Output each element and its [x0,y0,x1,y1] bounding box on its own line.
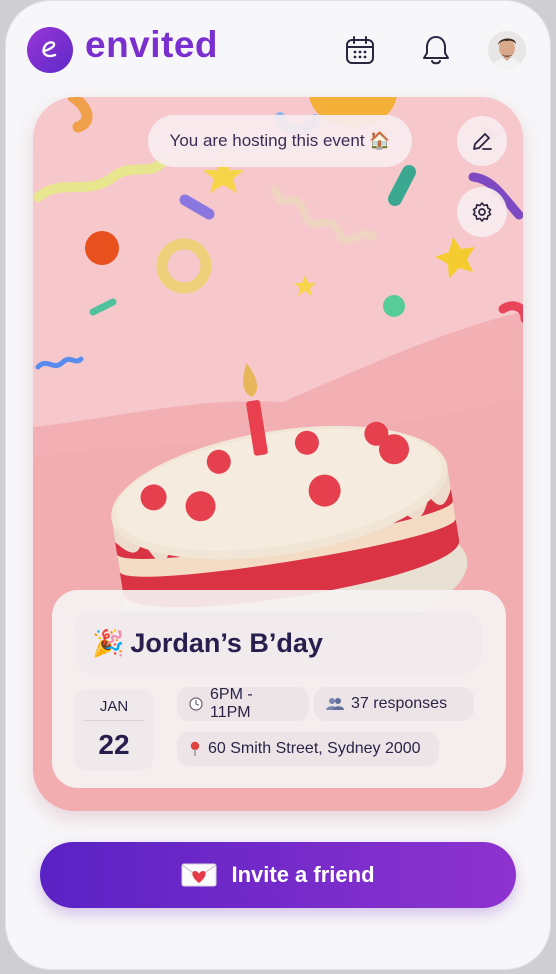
app-header: envited [5,0,551,100]
hosting-banner-text: You are hosting this event 🏠 [169,131,391,150]
calendar-button[interactable] [342,32,378,68]
party-popper-icon: 🎉 [92,627,125,658]
avatar-image [488,31,526,69]
event-date: JAN 22 [74,689,154,771]
event-location: 60 Smith Street, Sydney 2000 [208,740,421,757]
brand-name: envited [85,24,219,65]
user-avatar[interactable] [488,31,526,69]
event-month: JAN [84,689,144,721]
event-time: 6PM - 11PM [210,686,253,721]
invite-friend-button[interactable]: Invite a friend [40,842,516,908]
gear-icon [472,202,492,222]
clock-icon [189,697,203,711]
love-letter-icon [181,863,217,887]
event-card[interactable]: You are hosting this event 🏠 🎉 Jordan’s … [33,97,523,811]
event-time-chip: 6PM - 11PM [177,686,309,721]
app-frame: envited You are hosting this event 🏠 🎉 J… [5,0,551,970]
event-title-box: 🎉 Jordan’s B’day [74,612,482,674]
notifications-button[interactable] [418,32,454,68]
invite-friend-label: Invite a friend [231,862,375,887]
calendar-icon [346,36,374,64]
event-title: Jordan’s B’day [130,627,323,658]
event-info-panel: 🎉 Jordan’s B’day JAN 22 6PM - 11PM 37 re… [52,590,506,788]
edit-event-button[interactable] [457,116,507,166]
logo-e-icon [42,41,57,58]
responses-count: 37 responses [351,695,448,712]
event-settings-button[interactable] [457,187,507,237]
hosting-banner: You are hosting this event 🏠 [148,115,412,167]
envited-logo[interactable] [27,27,73,73]
pencil-icon [473,133,492,150]
location-chip[interactable]: 60 Smith Street, Sydney 2000 [177,732,439,766]
bell-icon [423,36,449,65]
responses-chip[interactable]: 37 responses [314,687,474,721]
people-icon [326,697,344,711]
pin-icon [189,741,201,757]
event-day: 22 [98,729,130,760]
